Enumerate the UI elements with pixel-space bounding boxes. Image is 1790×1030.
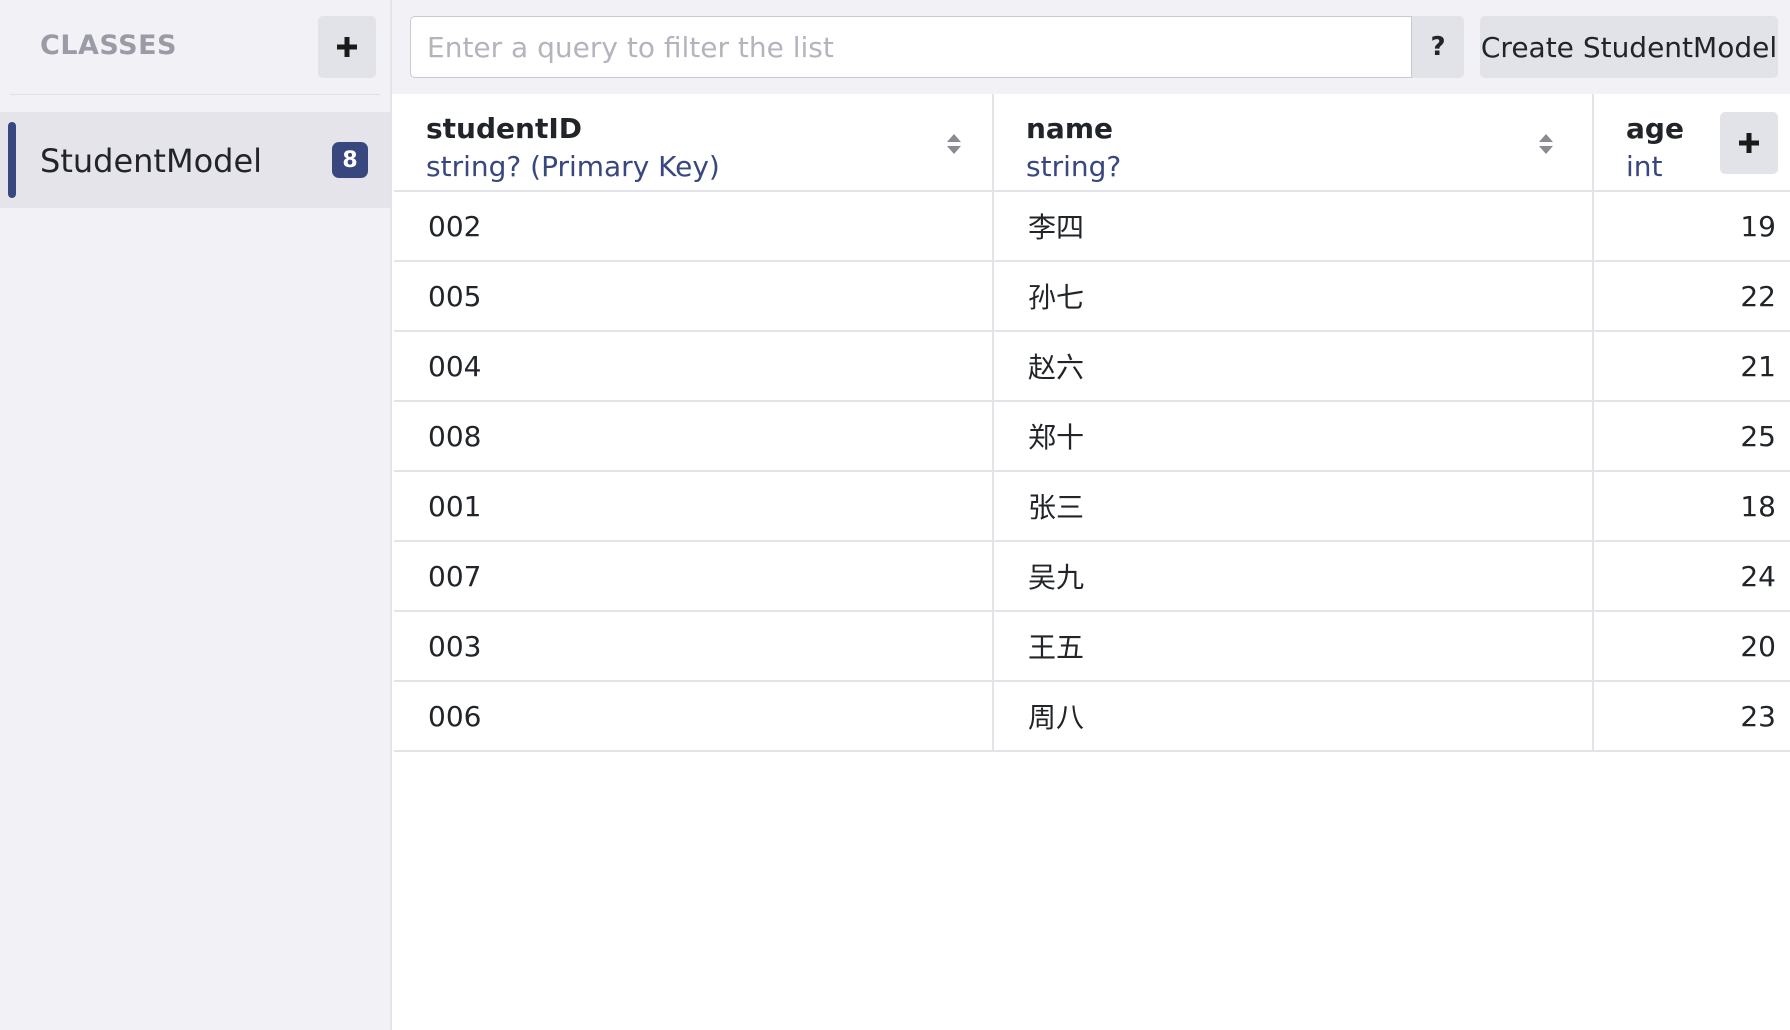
cell-name[interactable]: 李四	[1028, 192, 1588, 260]
cell-name[interactable]: 吴九	[1028, 542, 1588, 610]
cell-age[interactable]: 25	[1596, 402, 1776, 470]
toolbar: ? Create StudentModel	[392, 0, 1790, 94]
column-name: studentID	[426, 112, 582, 145]
table-row[interactable]: 005 孙七 22	[394, 262, 1790, 332]
sidebar-item-studentmodel[interactable]: StudentModel 8	[0, 112, 390, 208]
column-header-studentid[interactable]: studentID string? (Primary Key)	[394, 94, 994, 190]
cell-name[interactable]: 张三	[1028, 472, 1588, 540]
column-name: age	[1626, 112, 1684, 145]
cell-name[interactable]: 周八	[1028, 682, 1588, 750]
plus-icon	[337, 37, 357, 57]
cell-studentid[interactable]: 008	[428, 402, 988, 470]
table-row[interactable]: 001 张三 18	[394, 472, 1790, 542]
table-row[interactable]: 007 吴九 24	[394, 542, 1790, 612]
cell-studentid[interactable]: 001	[428, 472, 988, 540]
app-window: CLASSES StudentModel 8 ? Create StudentM…	[0, 0, 1790, 1030]
classes-title: CLASSES	[40, 30, 177, 61]
cell-age[interactable]: 23	[1596, 682, 1776, 750]
cell-name[interactable]: 王五	[1028, 612, 1588, 680]
add-column-button[interactable]	[1720, 112, 1778, 174]
table-row[interactable]: 003 王五 20	[394, 612, 1790, 682]
cell-studentid[interactable]: 003	[428, 612, 988, 680]
count-badge: 8	[332, 142, 368, 178]
add-class-button[interactable]	[318, 16, 376, 78]
cell-age[interactable]: 19	[1596, 192, 1776, 260]
sort-icon[interactable]	[1538, 132, 1554, 156]
cell-age[interactable]: 20	[1596, 612, 1776, 680]
table-header: studentID string? (Primary Key) name str…	[394, 94, 1790, 192]
cell-age[interactable]: 21	[1596, 332, 1776, 400]
cell-name[interactable]: 郑十	[1028, 402, 1588, 470]
cell-name[interactable]: 孙七	[1028, 262, 1588, 330]
sidebar-item-label: StudentModel	[40, 142, 263, 180]
help-button[interactable]: ?	[1412, 16, 1464, 78]
table-row[interactable]: 008 郑十 25	[394, 402, 1790, 472]
sidebar-header: CLASSES	[0, 0, 390, 94]
cell-studentid[interactable]: 005	[428, 262, 988, 330]
plus-icon	[1739, 133, 1759, 153]
create-studentmodel-button[interactable]: Create StudentModel	[1480, 16, 1778, 78]
cell-studentid[interactable]: 004	[428, 332, 988, 400]
cell-studentid[interactable]: 007	[428, 542, 988, 610]
table-row[interactable]: 002 李四 19	[394, 192, 1790, 262]
column-type: string? (Primary Key)	[426, 150, 720, 183]
cell-age[interactable]: 24	[1596, 542, 1776, 610]
sidebar-divider	[10, 94, 380, 95]
cell-studentid[interactable]: 006	[428, 682, 988, 750]
column-name: name	[1026, 112, 1113, 145]
search-input[interactable]	[410, 16, 1412, 78]
cell-studentid[interactable]: 002	[428, 192, 988, 260]
cell-age[interactable]: 18	[1596, 472, 1776, 540]
active-indicator	[8, 122, 16, 198]
table-row[interactable]: 004 赵六 21	[394, 332, 1790, 402]
cell-age[interactable]: 22	[1596, 262, 1776, 330]
table-row[interactable]: 006 周八 23	[394, 682, 1790, 752]
sidebar: CLASSES StudentModel 8	[0, 0, 392, 1030]
sort-icon[interactable]	[946, 132, 962, 156]
cell-name[interactable]: 赵六	[1028, 332, 1588, 400]
column-type: int	[1626, 150, 1663, 183]
column-header-name[interactable]: name string?	[994, 94, 1594, 190]
column-type: string?	[1026, 150, 1122, 183]
data-table: studentID string? (Primary Key) name str…	[394, 94, 1790, 1030]
